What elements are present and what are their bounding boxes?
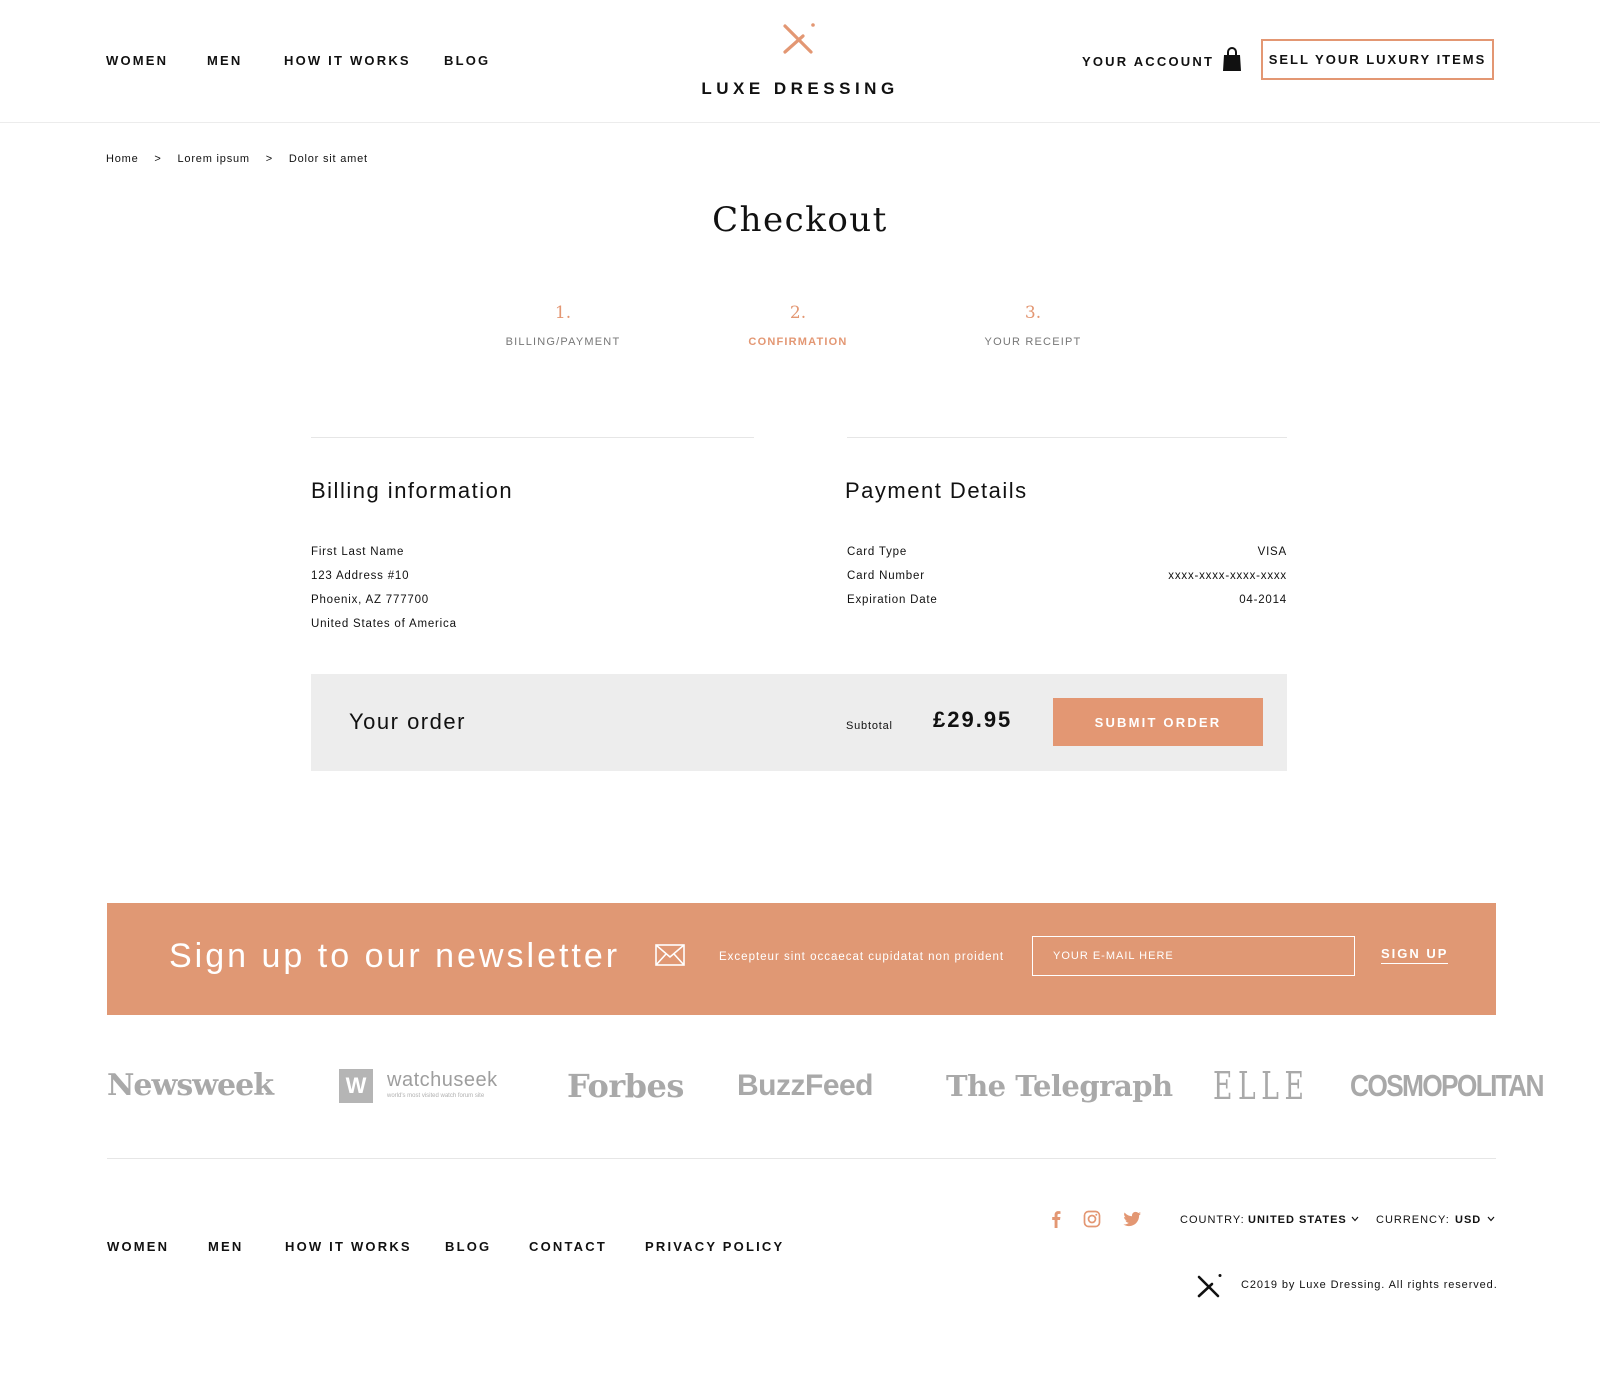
shopping-bag-icon[interactable] — [1222, 47, 1242, 72]
breadcrumb-separator: > — [154, 153, 162, 165]
payment-label: Card Number — [847, 570, 925, 582]
submit-order-button[interactable]: SUBMIT ORDER — [1053, 698, 1263, 746]
footer-nav-women[interactable]: WOMEN — [107, 1239, 169, 1254]
nav-men[interactable]: MEN — [207, 53, 243, 68]
step-label: YOUR RECEIPT — [984, 336, 1082, 348]
envelope-icon — [655, 944, 685, 966]
twitter-icon[interactable] — [1122, 1209, 1142, 1229]
step-billing-payment[interactable]: 1. BILLING/PAYMENT — [463, 300, 663, 348]
step-number: 1. — [554, 303, 572, 323]
your-account-link[interactable]: YOUR ACCOUNT — [1082, 54, 1214, 69]
newsletter-signup-button[interactable]: SIGN UP — [1381, 946, 1449, 964]
country-select[interactable]: UNITED STATES — [1248, 1214, 1347, 1226]
nav-blog[interactable]: BLOG — [444, 53, 490, 68]
chevron-down-icon[interactable] — [1350, 1214, 1360, 1224]
buzzfeed-logo: BuzzFeed — [737, 1069, 874, 1102]
footer-nav-men[interactable]: MEN — [208, 1239, 244, 1254]
footer-nav-how-it-works[interactable]: HOW IT WORKS — [285, 1239, 412, 1254]
payment-title: Payment Details — [845, 478, 1028, 503]
footer-nav-contact[interactable]: CONTACT — [529, 1239, 607, 1254]
step-label: BILLING/PAYMENT — [505, 336, 621, 348]
breadcrumb-lorem-ipsum[interactable]: Lorem ipsum — [178, 153, 250, 165]
logo-mark-icon[interactable] — [780, 22, 816, 56]
watchuseek-mark: W — [339, 1069, 373, 1103]
payment-label: Expiration Date — [847, 594, 938, 606]
payment-value: xxxx-xxxx-xxxx-xxxx — [1168, 570, 1287, 582]
forbes-logo: Forbes — [567, 1067, 684, 1105]
watchuseek-tagline: world's most visited watch forum site — [387, 1093, 485, 1099]
payment-row-card-number: Card Number xxxx-xxxx-xxxx-xxxx — [847, 569, 1287, 593]
chevron-down-icon[interactable] — [1486, 1214, 1496, 1224]
billing-street: 123 Address #10 — [311, 570, 410, 582]
payment-value: VISA — [1257, 546, 1287, 558]
step-confirmation[interactable]: 2. CONFIRMATION — [698, 300, 898, 348]
payment-details: Card Type VISA Card Number xxxx-xxxx-xxx… — [847, 545, 1287, 617]
payment-row-card-type: Card Type VISA — [847, 545, 1287, 569]
billing-name: First Last Name — [311, 546, 405, 558]
newsletter-text: Excepteur sint occaecat cupidatat non pr… — [719, 951, 1005, 963]
elle-logo: ELLE — [1213, 1064, 1310, 1108]
billing-title: Billing information — [311, 478, 514, 503]
payment-row-expiration: Expiration Date 04-2014 — [847, 593, 1287, 617]
billing-divider — [311, 437, 754, 438]
newsletter-email-input[interactable] — [1032, 936, 1355, 976]
breadcrumb: Home > Lorem ipsum > Dolor sit amet — [106, 153, 368, 165]
billing-country: United States of America — [311, 618, 457, 630]
footer-nav-blog[interactable]: BLOG — [445, 1239, 491, 1254]
watchuseek-logo: W watchuseek world's most visited watch … — [339, 1066, 499, 1106]
currency-select[interactable]: USD — [1455, 1214, 1481, 1226]
payment-label: Card Type — [847, 546, 908, 558]
country-label: COUNTRY: — [1180, 1214, 1245, 1226]
footer-nav-privacy-policy[interactable]: PRIVACY POLICY — [645, 1239, 784, 1254]
nav-women[interactable]: WOMEN — [106, 53, 168, 68]
currency-label: CURRENCY: — [1376, 1214, 1450, 1226]
breadcrumb-home[interactable]: Home — [106, 153, 139, 165]
payment-divider — [847, 437, 1287, 438]
page-title: Checkout — [712, 200, 888, 240]
billing-address: First Last Name 123 Address #10 Phoenix,… — [311, 545, 457, 641]
site-header: WOMEN MEN HOW IT WORKS BLOG LUXE DRESSIN… — [0, 0, 1600, 123]
copyright-text: C2019 by Luxe Dressing. All rights reser… — [1241, 1279, 1498, 1291]
breadcrumb-separator: > — [265, 153, 273, 165]
subtotal-value: £29.95 — [933, 707, 1013, 732]
step-number: 2. — [789, 303, 807, 323]
billing-city: Phoenix, AZ 777700 — [311, 594, 429, 606]
order-title: Your order — [349, 709, 466, 734]
instagram-icon[interactable] — [1082, 1209, 1102, 1229]
subtotal-label: Subtotal — [846, 720, 893, 732]
footer-divider — [107, 1158, 1496, 1159]
facebook-icon[interactable] — [1046, 1209, 1066, 1229]
payment-value: 04-2014 — [1239, 594, 1287, 606]
nav-how-it-works[interactable]: HOW IT WORKS — [284, 53, 411, 68]
newsletter-title: Sign up to our newsletter — [169, 937, 621, 975]
footer-logo-icon — [1197, 1274, 1222, 1298]
logo-text[interactable]: LUXE DRESSING — [640, 79, 960, 99]
step-label: CONFIRMATION — [748, 336, 848, 348]
cosmopolitan-logo: COSMOPOLITAN — [1350, 1068, 1545, 1103]
watchuseek-wordmark: watchuseek — [387, 1069, 498, 1091]
sell-luxury-items-button[interactable]: SELL YOUR LUXURY ITEMS — [1261, 39, 1494, 80]
step-number: 3. — [1024, 303, 1042, 323]
newsletter-banner: Sign up to our newsletter Excepteur sint… — [107, 903, 1496, 1015]
newsweek-logo: Newsweek — [107, 1068, 274, 1103]
order-summary: Your order Subtotal £29.95 SUBMIT ORDER — [311, 674, 1287, 771]
step-your-receipt[interactable]: 3. YOUR RECEIPT — [933, 300, 1133, 348]
breadcrumb-current: Dolor sit amet — [288, 153, 368, 165]
telegraph-logo: The Telegraph — [946, 1069, 1173, 1103]
